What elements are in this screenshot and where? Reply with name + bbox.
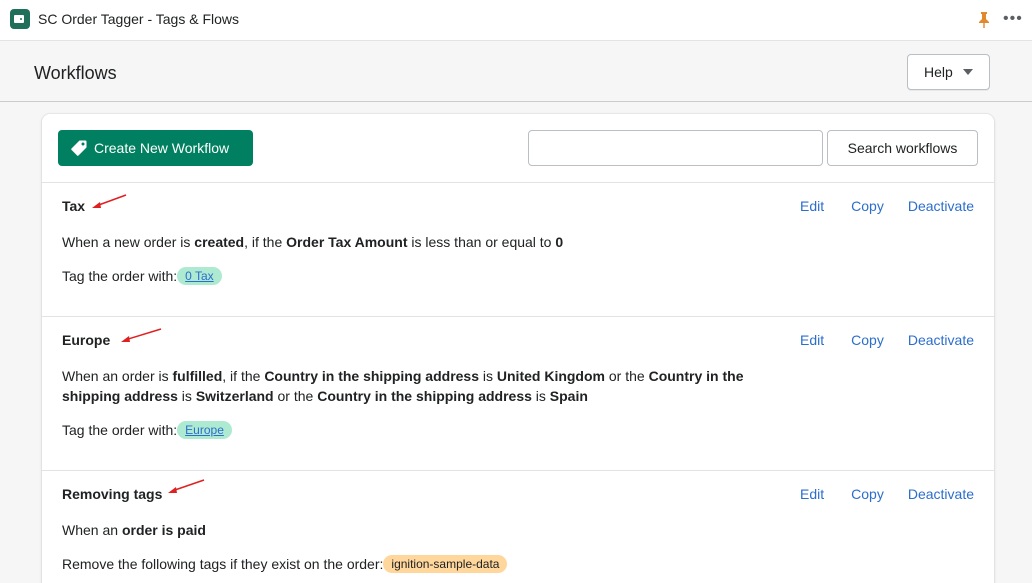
search-input[interactable] [528, 130, 823, 166]
search-workflows-button[interactable]: Search workflows [827, 130, 978, 166]
annotation-arrow-icon [92, 194, 127, 208]
caret-down-icon [962, 69, 973, 75]
deactivate-link[interactable]: Deactivate [908, 332, 974, 348]
workflow-actions: Edit Copy Deactivate [800, 486, 974, 502]
workflow-title: Tax [62, 198, 86, 214]
tag-prefix: Remove the following tags if they exist … [62, 556, 384, 572]
create-workflow-label: Create New Workflow [94, 140, 230, 156]
workflow-item: Removing tags Edit Copy Deactivate When … [42, 470, 994, 583]
create-workflow-button[interactable]: Create New Workflow [58, 130, 253, 166]
app-title: SC Order Tagger - Tags & Flows [38, 11, 240, 27]
help-button-label: Help [924, 64, 953, 80]
workflow-description: When an order is paid [62, 522, 206, 538]
workflow-tag-line: Remove the following tags if they exist … [62, 555, 508, 573]
workflow-description: When an order is fulfilled, if the Count… [62, 368, 744, 404]
page-header: Workflows Help [0, 41, 1032, 102]
edit-link[interactable]: Edit [800, 198, 824, 214]
workflow-item: Europe Edit Copy Deactivate When an orde… [42, 316, 994, 470]
workflow-title: Europe [62, 332, 111, 348]
tag-icon [71, 140, 87, 156]
copy-link[interactable]: Copy [851, 332, 884, 348]
app-topbar: SC Order Tagger - Tags & Flows ••• [0, 0, 1032, 41]
more-horizontal-icon[interactable]: ••• [1003, 11, 1022, 29]
tag-badge[interactable]: ignition-sample-data [383, 555, 508, 573]
deactivate-link[interactable]: Deactivate [908, 486, 974, 502]
annotation-arrow-icon [121, 328, 162, 342]
copy-link[interactable]: Copy [851, 198, 884, 214]
deactivate-link[interactable]: Deactivate [908, 198, 974, 214]
workflows-card: Create New Workflow Search workflows Tax… [42, 114, 994, 583]
tag-prefix: Tag the order with: [62, 422, 178, 438]
copy-link[interactable]: Copy [851, 486, 884, 502]
workflow-description: When a new order is created, if the Orde… [62, 234, 564, 250]
tag-prefix: Tag the order with: [62, 268, 178, 284]
page-title: Workflows [34, 63, 117, 83]
tag-badge[interactable]: Europe [177, 421, 232, 439]
edit-link[interactable]: Edit [800, 486, 824, 502]
edit-link[interactable]: Edit [800, 332, 824, 348]
workflow-actions: Edit Copy Deactivate [800, 198, 974, 214]
workflow-item: Tax Edit Copy Deactivate When a new orde… [42, 182, 994, 316]
app-tag-icon [10, 9, 30, 29]
pin-icon[interactable] [977, 11, 991, 29]
workflow-tag-line: Tag the order with: Europe [62, 421, 232, 439]
annotation-arrow-icon [168, 479, 205, 493]
workflow-title: Removing tags [62, 486, 163, 502]
workflow-actions: Edit Copy Deactivate [800, 332, 974, 348]
tag-badge[interactable]: 0 Tax [177, 267, 222, 285]
workflow-tag-line: Tag the order with: 0 Tax [62, 267, 222, 285]
help-button[interactable]: Help [907, 54, 990, 90]
